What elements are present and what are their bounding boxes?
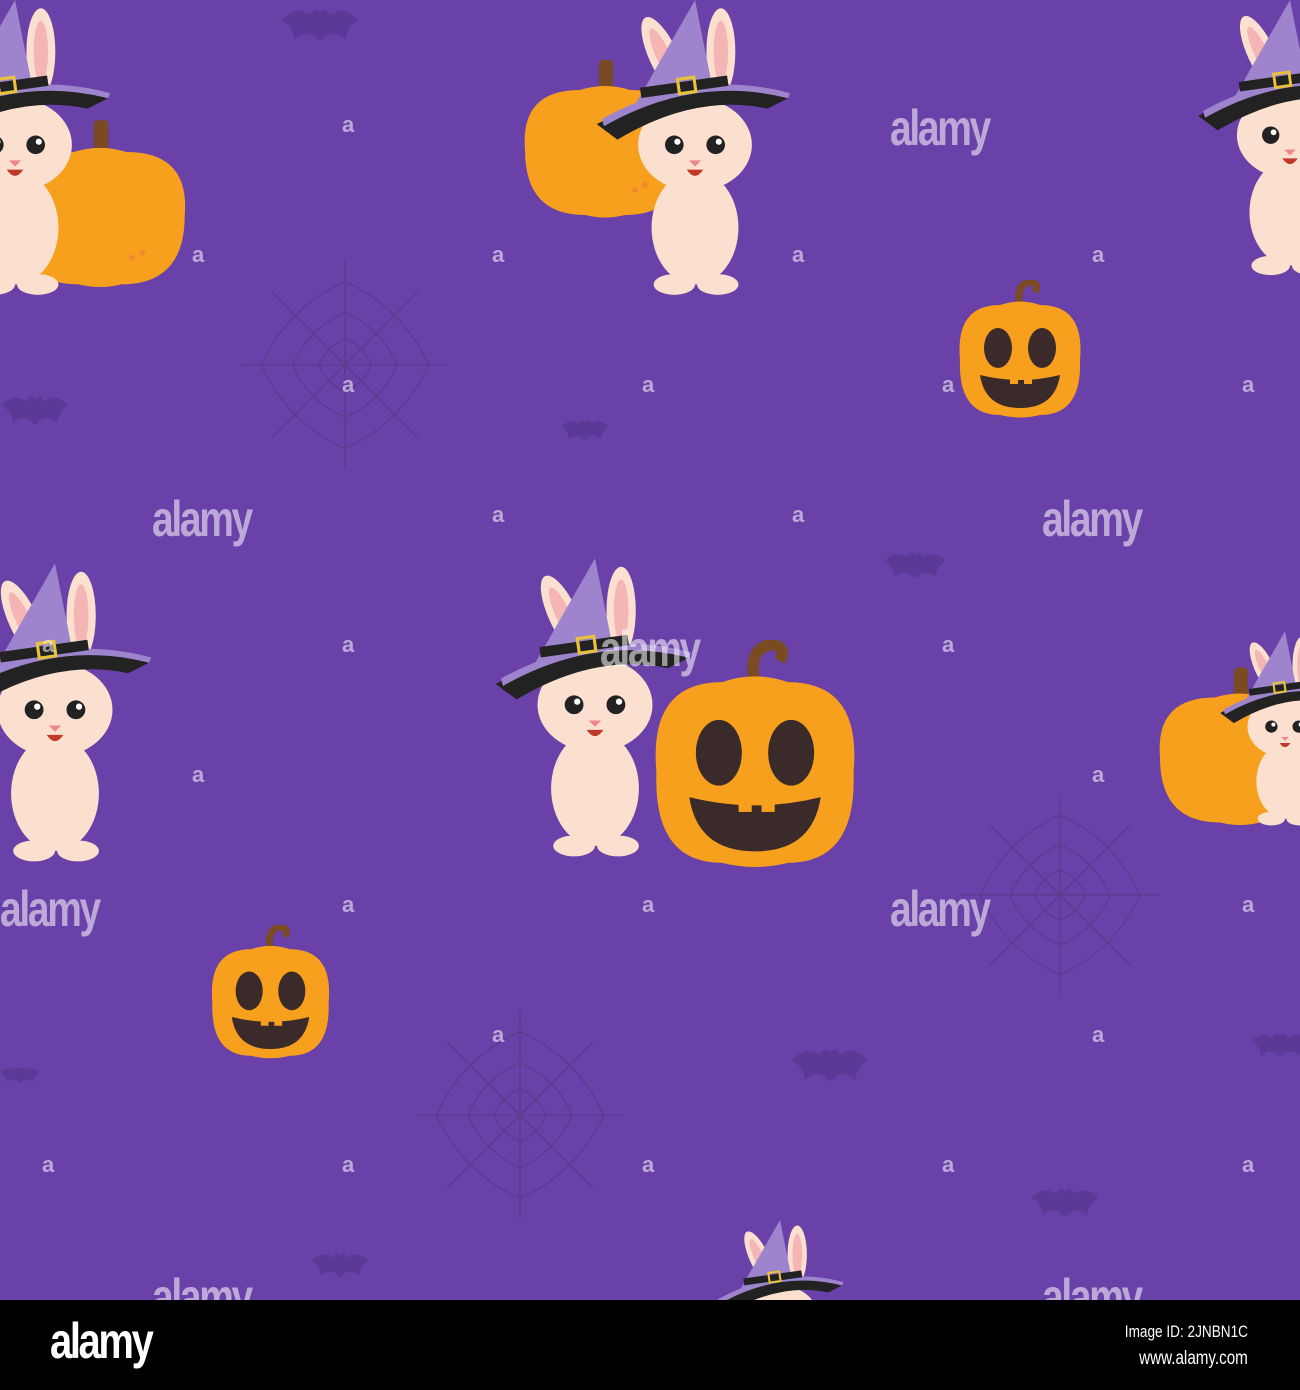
image-id: Image ID: 2JNBN1C bbox=[1124, 1322, 1248, 1341]
footer-bar: alamy Image ID: 2JNBN1C www.alamy.com bbox=[0, 1300, 1300, 1390]
watermark-letter: a bbox=[642, 372, 655, 397]
watermark-letter: a bbox=[1092, 1022, 1105, 1047]
watermark-letter: a bbox=[492, 1022, 505, 1047]
watermark-letter: a bbox=[1092, 762, 1105, 787]
watermark-letter: a bbox=[1242, 892, 1255, 917]
watermark-letter: a bbox=[942, 632, 955, 657]
watermark-letter: a bbox=[642, 1152, 655, 1177]
watermark-text: alamy bbox=[890, 881, 991, 937]
watermark-text: alamy bbox=[1042, 491, 1143, 547]
watermark-letter: a bbox=[342, 112, 355, 137]
watermark-letter: a bbox=[942, 372, 955, 397]
site-url: www.alamy.com bbox=[1139, 1348, 1248, 1369]
watermark-letter: a bbox=[1242, 372, 1255, 397]
watermark-letter: a bbox=[192, 242, 205, 267]
watermark-letter: a bbox=[342, 372, 355, 397]
watermark-letter: a bbox=[792, 242, 805, 267]
watermark-letter: a bbox=[942, 1152, 955, 1177]
watermark-text: alamy bbox=[0, 881, 101, 937]
watermark-letter: a bbox=[1242, 1152, 1255, 1177]
watermark-letter: a bbox=[342, 632, 355, 657]
watermark-letter: a bbox=[792, 502, 805, 527]
watermark-letter: a bbox=[492, 502, 505, 527]
watermark-letter: a bbox=[642, 892, 655, 917]
watermark-letter: a bbox=[42, 1152, 55, 1177]
watermark-letter: a bbox=[342, 1152, 355, 1177]
alamy-logo: alamy bbox=[50, 1313, 154, 1369]
watermark-letter: a bbox=[42, 632, 55, 657]
image-frame: alamy alamy alamy alamy alamy alamy alam… bbox=[0, 0, 1300, 1390]
watermark-letter: a bbox=[1092, 242, 1105, 267]
watermark-text: alamy bbox=[152, 491, 253, 547]
watermark-text: alamy bbox=[600, 621, 701, 677]
watermark-letter: a bbox=[342, 892, 355, 917]
watermark-letter: a bbox=[192, 762, 205, 787]
watermark-text: alamy bbox=[890, 100, 991, 156]
watermark-letter: a bbox=[492, 242, 505, 267]
